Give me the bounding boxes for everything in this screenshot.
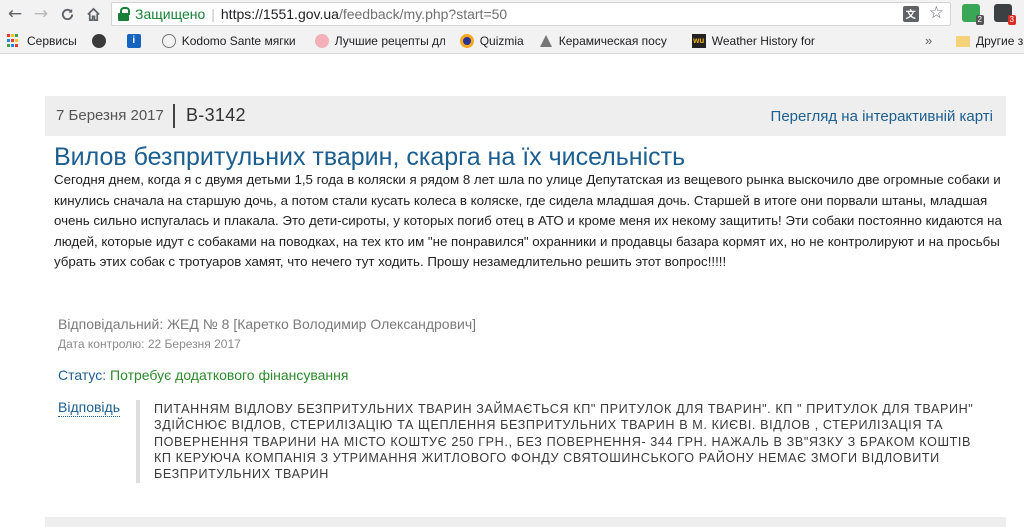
url-separator: | (211, 6, 215, 22)
dark-circle-favicon (91, 33, 106, 48)
back-arrow-icon[interactable]: ← (4, 3, 26, 25)
extension-badge: 3 (1007, 15, 1016, 25)
lock-icon (118, 7, 130, 21)
url-host: https://1551.gov.ua (220, 6, 339, 22)
next-appeal-header (45, 517, 1006, 527)
header-divider (173, 104, 175, 128)
browser-toolbar: ← → Защищено | https://1551.gov.ua/feedb… (0, 0, 1024, 28)
status-row: Статус: Потребує додаткового фінансуванн… (58, 367, 348, 383)
responsible-party: Відповідальний: ЖЕД № 8 [Каретко Володим… (58, 316, 477, 332)
reload-icon[interactable] (56, 3, 78, 25)
forward-arrow-icon[interactable]: → (30, 3, 52, 25)
status-label: Статус: (58, 367, 107, 383)
bookmark-label: Kodomo Sante мягки (181, 33, 296, 48)
appeal-title: Вилов безпритульних тварин, скарга на їх… (54, 143, 686, 171)
home-icon[interactable] (82, 3, 104, 25)
bookmark-kodomo[interactable]: Kodomo Sante мягки (161, 33, 300, 48)
appeal-date: 7 Березня 2017 (56, 107, 164, 124)
bookmark-label: Weather History for (711, 33, 815, 48)
status-value: Потребує додаткового фінансування (110, 367, 349, 383)
bookmark-weather[interactable]: wu Weather History for (691, 33, 827, 48)
answer-text: ПИТАННЯМ ВІДЛОВУ БЕЗПРИТУЛЬНИХ ТВАРИН ЗА… (154, 402, 974, 482)
recipe-favicon (314, 33, 329, 48)
bookmarks-overflow-button[interactable]: » (925, 33, 932, 48)
security-label: Защищено (135, 6, 206, 22)
appeal-text: Сегодня днем, когда я с двумя детьми 1,5… (54, 172, 1002, 269)
bookmark-label: Сервисы (27, 33, 77, 48)
extension-badge: 2 (975, 15, 984, 25)
answer-toggle-link[interactable]: Відповідь (58, 399, 120, 417)
address-bar[interactable]: Защищено | https://1551.gov.ua/feedback/… (111, 2, 951, 26)
bookmark-star-icon[interactable]: ☆ (929, 5, 944, 22)
bookmark-info[interactable]: i (126, 33, 147, 48)
bookmarks-bar: Сервисы i Kodomo Sante мягки Лучшие реце… (0, 28, 1024, 54)
translate-icon[interactable]: 文 (902, 5, 919, 22)
bookmark-label: Quizmia (479, 33, 524, 48)
extension-icon[interactable]: 3 (994, 4, 1016, 25)
folder-icon (956, 35, 970, 47)
apps-grid-icon (7, 33, 21, 48)
answer-quote-border (136, 400, 140, 483)
control-date: Дата контролю: 22 Березня 2017 (58, 337, 241, 351)
bookmark-quizmia[interactable]: Quizmia (459, 33, 524, 48)
shield-extension-icon[interactable]: 2 (962, 4, 984, 25)
url-path: /feedback/my.php?start=50 (338, 6, 508, 22)
appeal-id: В-3142 (186, 105, 246, 125)
wu-favicon: wu (691, 33, 706, 48)
bookmark-label: Керамическая посу (558, 33, 667, 48)
other-bookmarks[interactable]: Другие з (956, 34, 1023, 48)
interactive-map-link[interactable]: Перегляд на інтерактивній карті (771, 108, 993, 125)
ceramic-favicon (539, 34, 552, 47)
appeal-header: 7 Березня 2017 В-3142 Перегляд на інтера… (45, 96, 1006, 136)
bookmark-recipes[interactable]: Лучшие рецепты дл (314, 33, 445, 48)
quizmia-favicon (459, 33, 474, 48)
globe-favicon (161, 33, 176, 48)
bookmark-apps[interactable]: Сервисы (7, 33, 77, 48)
bookmark-dark-circle[interactable] (91, 33, 112, 48)
bookmark-label: Лучшие рецепты дл (334, 33, 445, 48)
page-content: 7 Березня 2017 В-3142 Перегляд на інтера… (0, 55, 1024, 527)
other-bookmarks-label: Другие з (976, 34, 1024, 48)
bookmark-ceramic[interactable]: Керамическая посу (539, 34, 677, 48)
info-favicon: i (126, 33, 141, 48)
